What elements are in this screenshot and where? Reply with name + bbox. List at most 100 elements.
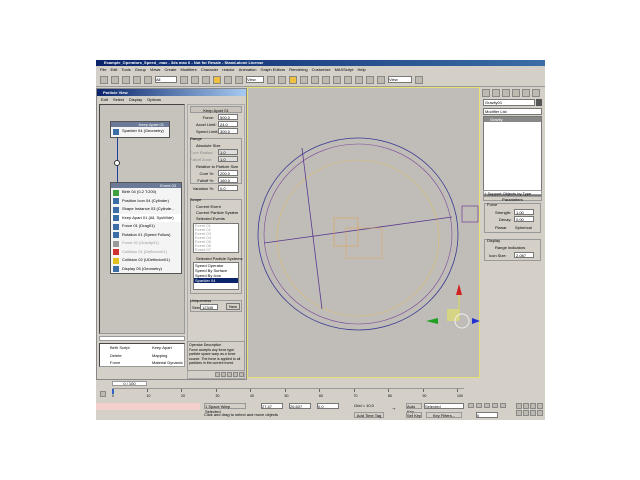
menu-tools[interactable]: Tools [121, 66, 130, 73]
menu-customize[interactable]: Customize [312, 66, 331, 73]
menu-rendering[interactable]: Rendering [289, 66, 307, 73]
open-mini-curve-editor-icon[interactable] [100, 391, 106, 398]
selected-systems-radio[interactable]: Selected Particle Systems [190, 255, 242, 262]
z-coordinate-field[interactable]: 0.0 [317, 403, 339, 409]
menu-graph-editors[interactable]: Graph Editors [261, 66, 286, 73]
auto-key-button[interactable]: Auto Key [406, 403, 422, 414]
operator-item[interactable]: Collision 02 (UDeflector01) [111, 256, 181, 265]
create-tab-icon[interactable] [482, 89, 490, 97]
depot-item[interactable]: Birth Script [102, 345, 130, 351]
key-set-dropdown[interactable]: Selected [424, 403, 464, 409]
modify-tab-icon[interactable] [492, 89, 500, 97]
menu-reactor[interactable]: reactor [222, 66, 234, 73]
new-seed-button[interactable]: New [226, 303, 240, 310]
set-key-button[interactable]: Set Key [406, 412, 422, 418]
ref-coord-dropdown[interactable]: View [246, 76, 264, 83]
fov-icon[interactable] [516, 410, 522, 416]
move-icon[interactable] [213, 75, 221, 84]
menu-animation[interactable]: Animation [239, 66, 257, 73]
next-frame-icon[interactable] [492, 403, 498, 408]
menu-help[interactable]: Help [357, 66, 365, 73]
absolute-size-radio[interactable]: Absolute Size [190, 142, 242, 149]
pv-menu-select[interactable]: Select [113, 96, 124, 103]
operator-item[interactable]: Force 02 (Gravity01) [111, 239, 181, 248]
arc-rotate-icon[interactable] [530, 410, 536, 416]
x-coordinate-field[interactable]: 27.47 [261, 403, 283, 409]
event-graph[interactable]: Keep Apart 01 Sparkler 04 (Geometry) Eve… [99, 104, 185, 334]
menu-character[interactable]: Character [201, 66, 219, 73]
maxscript-listener[interactable] [96, 403, 200, 410]
operator-item[interactable]: Collision 01 (Deflector01) [111, 248, 181, 257]
speed-field[interactable]: 300.0 [218, 128, 238, 134]
rotate-icon[interactable] [224, 75, 232, 84]
icon-size-field[interactable]: 2.087 [514, 252, 534, 258]
core-radius-field[interactable]: 1.0 [218, 149, 238, 155]
menu-create[interactable]: Create [164, 66, 176, 73]
selected-events-radio[interactable]: Selected Events [190, 215, 242, 222]
operator-item[interactable]: Shape Instance 03 (Cylinde... [111, 205, 181, 214]
menu-edit[interactable]: Edit [110, 66, 117, 73]
operator-item[interactable]: Position Icon 04 (Cylinder) [111, 197, 181, 206]
spherical-radio[interactable]: Spherical [515, 224, 538, 231]
events-list[interactable]: Event 01 Event 02 Event 03 Event 04 Event 05… [193, 223, 239, 253]
percent-snap-icon[interactable] [300, 75, 308, 84]
quick-render-icon[interactable] [377, 75, 385, 84]
rollup-support-objects[interactable]: + Support Objects by Type [483, 190, 542, 196]
pv-menu-edit[interactable]: Edit [101, 96, 108, 103]
unlink-icon[interactable] [133, 75, 141, 84]
key-icon[interactable]: ⊸ [392, 406, 400, 411]
schematic-icon[interactable] [344, 75, 352, 84]
key-filters-button[interactable]: Key Filters... [426, 412, 462, 418]
material-editor-icon[interactable] [355, 75, 363, 84]
menu-group[interactable]: Group [135, 66, 146, 73]
modifier-stack[interactable]: Gravity [483, 116, 542, 196]
pv-menu-display[interactable]: Display [129, 96, 142, 103]
bind-spacewarp-icon[interactable] [144, 75, 152, 84]
modifier-list-dropdown[interactable]: Modifier List [483, 108, 542, 115]
zoom-region-icon[interactable] [227, 372, 232, 377]
depot-item[interactable]: Force [102, 360, 120, 366]
operator-item[interactable]: Display 05 (Geometry) [111, 265, 181, 274]
operator-item[interactable]: Birth 04 (0-2 T:200) [111, 188, 181, 197]
angle-snap-icon[interactable] [289, 75, 297, 84]
no-zoom-icon[interactable] [239, 372, 244, 377]
curve-editor-icon[interactable] [333, 75, 341, 84]
prev-frame-icon[interactable] [476, 403, 482, 408]
align-icon[interactable] [322, 75, 330, 84]
hierarchy-tab-icon[interactable] [502, 89, 510, 97]
zoom-all-icon[interactable] [523, 403, 529, 409]
selection-filter-dropdown[interactable]: All [155, 76, 177, 83]
range-indicators-checkbox[interactable]: Range Indicators [487, 244, 538, 251]
y-coordinate-field[interactable]: 26.607 [289, 403, 311, 409]
event-03[interactable]: Event 03 Birth 04 (0-2 T:200) Position Ico… [110, 182, 182, 274]
goto-start-icon[interactable] [468, 403, 474, 408]
select-icon[interactable] [180, 75, 188, 84]
menu-modifiers[interactable]: Modifiers [180, 66, 196, 73]
global-event[interactable]: Keep Apart 01 Sparkler 04 (Geometry) [110, 121, 170, 138]
accel-field[interactable]: 24.0 [218, 121, 238, 127]
menu-file[interactable]: File [100, 66, 106, 73]
menu-views[interactable]: Views [150, 66, 161, 73]
link-icon[interactable] [122, 75, 130, 84]
undo-icon[interactable] [100, 75, 108, 84]
current-frame-field[interactable]: 0 [476, 412, 498, 418]
play-icon[interactable] [484, 403, 490, 408]
render-scene-icon[interactable] [366, 75, 374, 84]
relative-size-radio[interactable]: Relative to Particle Size [190, 163, 242, 170]
pivot-icon[interactable] [267, 75, 275, 84]
variation-field[interactable]: 0.0 [218, 185, 238, 191]
stack-item-gravity[interactable]: Gravity [484, 117, 541, 122]
maximize-viewport-icon[interactable] [537, 410, 543, 416]
snap-icon[interactable] [278, 75, 286, 84]
operator-item[interactable]: Keep Apart 01 (All, SysWide) [111, 213, 181, 222]
render-last-icon[interactable] [415, 75, 423, 84]
core-pct-field[interactable]: 200.0 [218, 170, 238, 176]
rollup-title[interactable]: Keep Apart 01 [190, 106, 242, 113]
track-bar[interactable]: 0 10 20 30 40 50 60 70 80 90 100 [112, 388, 464, 400]
zoom-icon[interactable] [516, 403, 522, 409]
object-color-swatch[interactable] [536, 99, 542, 106]
display-tab-icon[interactable] [522, 89, 530, 97]
global-event-item[interactable]: Sparkler 04 (Geometry) [111, 127, 169, 136]
connector-icon[interactable] [114, 160, 120, 166]
operator-item[interactable]: Rotation 01 (Speed Follow) [111, 231, 181, 240]
